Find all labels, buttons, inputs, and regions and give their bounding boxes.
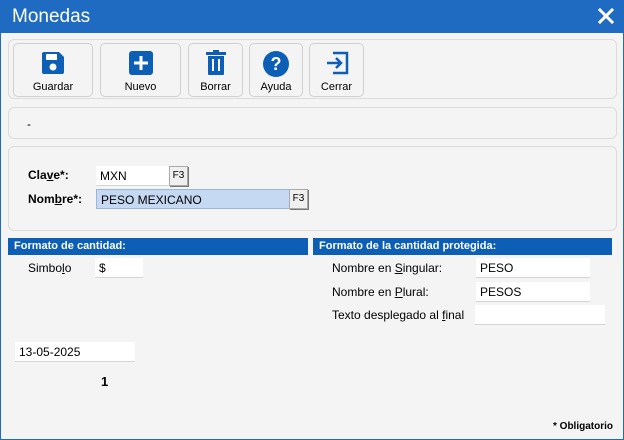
plural-label-part: lural: [402,285,429,299]
nombre-label: Nombre*: [28,192,82,206]
texto-final-label-part: Texto desplegado al [332,308,443,322]
singular-label-part: Nombre en [332,261,395,275]
delete-button[interactable]: Borrar [188,43,243,97]
simbolo-label-part: o [64,261,72,275]
simbolo-input[interactable]: $ [95,258,143,278]
new-button[interactable]: Nuevo [100,43,181,97]
new-label: Nuevo [124,81,157,93]
singular-label-accel: S [394,261,403,275]
singular-label: Nombre en Singular: [332,261,442,275]
close-label: Cerrar [320,81,353,93]
svg-text:?: ? [271,54,282,74]
close-button[interactable]: Cerrar [309,43,364,97]
clave-label-part: e*: [53,168,69,182]
plus-icon [128,50,154,79]
message-text: - [27,117,31,131]
monedas-window: Monedas Guardar Nuevo Borrar ? Ayuda Cer… [0,0,624,440]
plural-label: Nombre en Plural: [332,285,429,299]
texto-final-label: Texto desplegado al final [332,308,464,322]
help-button[interactable]: ? Ayuda [249,43,303,97]
nombre-f3-button[interactable]: F3 [289,189,308,209]
window-title: Monedas [12,6,91,27]
trash-icon [204,50,228,79]
formato-protegida-header: Formato de la cantidad protegida: [313,238,612,255]
delete-label: Borrar [200,81,231,93]
help-label: Ayuda [260,81,292,93]
singular-label-part: ingular: [402,261,443,275]
floppy-icon [40,50,66,79]
nombre-label-part: re*: [62,192,83,206]
texto-final-label-part: inal [445,308,465,322]
obligatorio-note: * Obligatorio [553,421,613,432]
clave-f3-button[interactable]: F3 [169,166,188,186]
title-bar: Monedas [1,1,623,33]
plural-label-accel: P [394,285,403,299]
plural-input[interactable]: PESOS [476,282,590,302]
exit-icon [324,50,350,79]
record-count: 1 [101,374,109,389]
date-field: 13-05-2025 [15,342,135,362]
clave-label: Clave*: [28,168,69,182]
message-bar: - [8,107,617,139]
nombre-label-part: Nom [28,192,55,206]
nombre-label-accel: b [54,192,63,206]
plural-label-part: Nombre en [332,285,395,299]
toolbar: Guardar Nuevo Borrar ? Ayuda Cerrar [8,39,617,99]
formato-cantidad-header: Formato de cantidad: [8,238,308,255]
help-icon: ? [262,50,290,81]
clave-input[interactable]: MXN [96,166,170,186]
save-label: Guardar [32,81,74,93]
simbolo-label: Simbolo [28,261,71,275]
singular-input[interactable]: PESO [476,258,590,278]
clave-label-part: Cla [28,168,47,182]
main-form: Clave*: MXN F3 Nombre*: PESO MEXICANO F3 [8,146,617,231]
close-icon[interactable] [597,6,615,26]
save-button[interactable]: Guardar [13,43,93,97]
simbolo-label-part: Simbo [28,261,63,275]
nombre-input[interactable]: PESO MEXICANO [96,189,290,209]
texto-final-input[interactable] [475,305,605,325]
